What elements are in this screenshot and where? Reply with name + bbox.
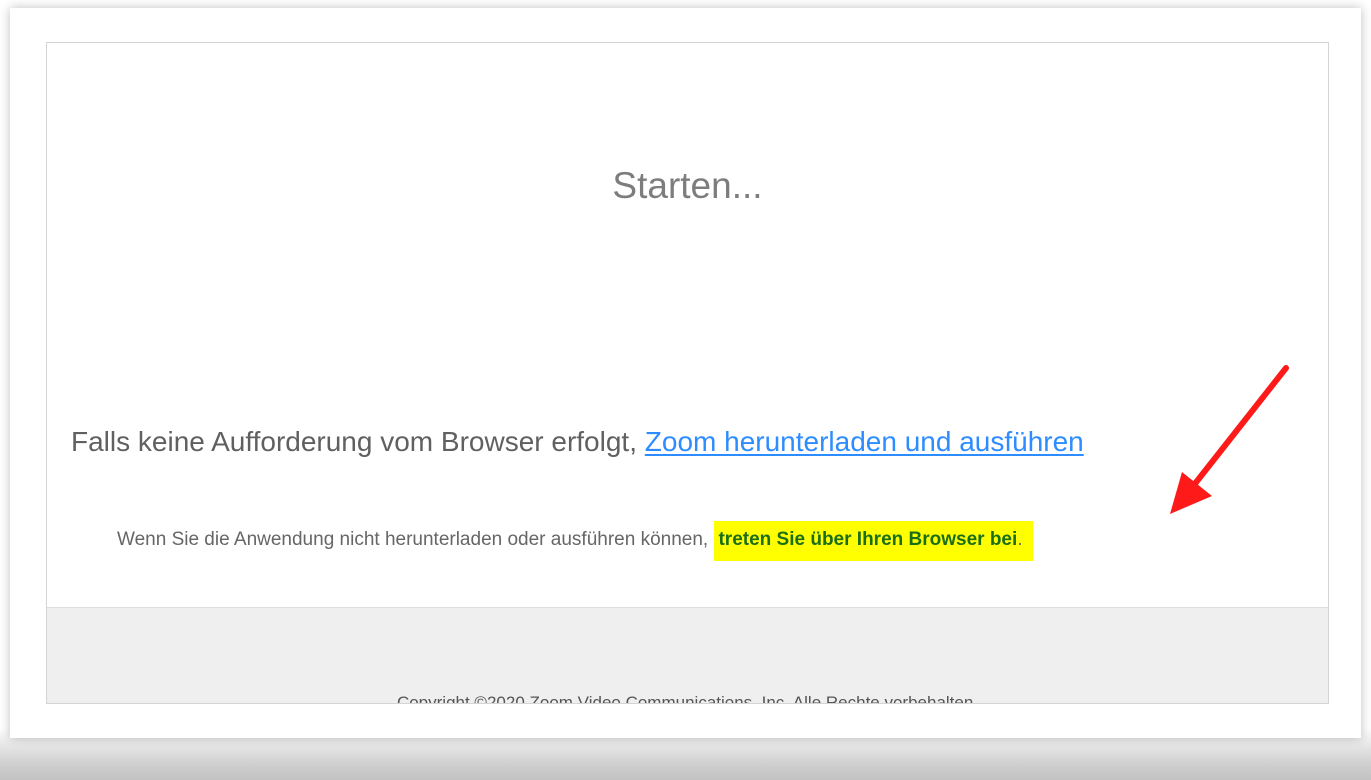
browser-fallback-line: Wenn Sie die Anwendung nicht herunterlad… xyxy=(117,521,1033,561)
browser-fallback-text: Wenn Sie die Anwendung nicht herunterlad… xyxy=(117,529,714,550)
zoom-launch-page: Starten... Falls keine Aufforderung vom … xyxy=(46,42,1329,704)
highlight-box: treten Sie über Ihren Browser bei. xyxy=(714,521,1033,561)
copyright-text: Copyright ©2020 Zoom Video Communication… xyxy=(396,693,979,704)
screenshot-stage: Starten... Falls keine Aufforderung vom … xyxy=(0,0,1371,780)
launching-title: Starten... xyxy=(612,165,763,206)
download-and-run-link[interactable]: Zoom herunterladen und ausführen xyxy=(645,426,1084,457)
join-from-browser-link[interactable]: treten Sie über Ihren Browser bei xyxy=(718,529,1017,550)
fallback-period: . xyxy=(1017,529,1023,550)
footer xyxy=(47,607,1328,703)
red-arrow-icon xyxy=(1170,365,1289,514)
download-prompt-text: Falls keine Aufforderung vom Browser erf… xyxy=(71,426,645,457)
download-prompt: Falls keine Aufforderung vom Browser erf… xyxy=(71,426,1084,458)
